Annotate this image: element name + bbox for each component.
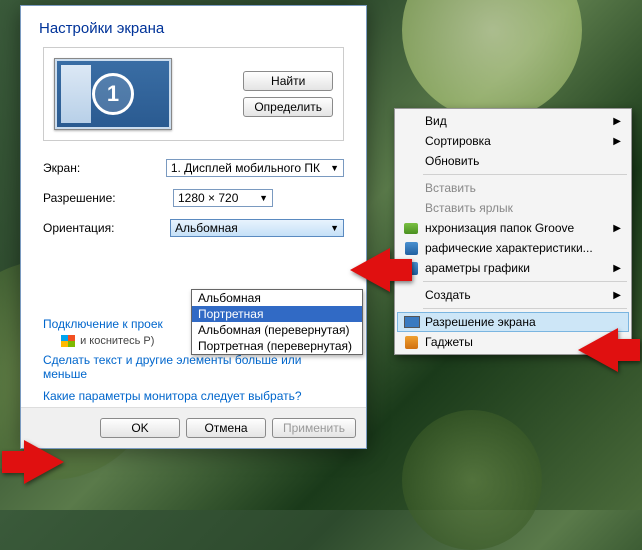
ctx-paste-shortcut: Вставить ярлык (397, 198, 629, 218)
chevron-down-icon: ▼ (259, 193, 268, 203)
ctx-groove-sync[interactable]: нхронизация папок Groove ▶ (397, 218, 629, 238)
cancel-button[interactable]: Отмена (186, 418, 266, 438)
ctx-separator (423, 281, 627, 282)
dialog-title: Настройки экрана (21, 6, 366, 47)
submenu-arrow-icon: ▶ (613, 136, 621, 147)
annotation-arrow (578, 328, 618, 372)
resolution-combo-value: 1280 × 720 (178, 191, 238, 205)
chevron-down-icon: ▼ (330, 223, 339, 233)
monitor-icon (404, 316, 420, 328)
resolution-label: Разрешение: (43, 191, 173, 205)
ctx-separator (423, 308, 627, 309)
annotation-arrow (24, 440, 64, 484)
monitor-preview-frame: 1 Найти Определить (43, 47, 344, 141)
which-settings-link[interactable]: Какие параметры монитора следует выбрать… (21, 385, 366, 407)
ctx-view[interactable]: Вид ▶ (397, 111, 629, 131)
ok-button[interactable]: OK (100, 418, 180, 438)
ctx-gfx-props[interactable]: рафические характеристики... (397, 238, 629, 258)
apply-button[interactable]: Применить (272, 418, 356, 438)
resolution-combo[interactable]: 1280 × 720 ▼ (173, 189, 273, 207)
submenu-arrow-icon: ▶ (613, 263, 621, 274)
submenu-arrow-icon: ▶ (613, 223, 621, 234)
orientation-combo[interactable]: Альбомная ▼ (170, 219, 344, 237)
monitor-thumbnail[interactable]: 1 (54, 58, 172, 130)
orientation-option[interactable]: Портретная (перевернутая) (192, 338, 362, 354)
screen-combo[interactable]: 1. Дисплей мобильного ПК ▼ (166, 159, 344, 177)
ctx-separator (423, 174, 627, 175)
folder-sync-icon (404, 223, 418, 234)
orientation-option-selected[interactable]: Портретная (192, 306, 362, 322)
screen-label: Экран: (43, 161, 166, 175)
desktop-context-menu: Вид ▶ Сортировка ▶ Обновить Вставить Вст… (394, 108, 632, 355)
dialog-button-bar: OK Отмена Применить (21, 407, 366, 448)
orientation-dropdown[interactable]: Альбомная Портретная Альбомная (переверн… (191, 289, 363, 355)
gadgets-icon (405, 336, 418, 349)
ctx-sort[interactable]: Сортировка ▶ (397, 131, 629, 151)
windows-flag-icon (61, 335, 75, 347)
chevron-down-icon: ▼ (330, 163, 339, 173)
graphics-icon (405, 242, 418, 255)
orientation-option[interactable]: Альбомная (перевернутая) (192, 322, 362, 338)
screen-combo-value: 1. Дисплей мобильного ПК (171, 161, 320, 175)
orientation-combo-value: Альбомная (175, 221, 238, 235)
submenu-arrow-icon: ▶ (613, 290, 621, 301)
identify-button[interactable]: Определить (243, 97, 333, 117)
submenu-arrow-icon: ▶ (613, 116, 621, 127)
annotation-arrow (350, 248, 390, 292)
ctx-create[interactable]: Создать ▶ (397, 285, 629, 305)
detect-button[interactable]: Найти (243, 71, 333, 91)
monitor-number: 1 (92, 73, 134, 115)
ctx-paste: Вставить (397, 178, 629, 198)
screen-settings-dialog: Настройки экрана 1 Найти Определить Экра… (20, 5, 367, 449)
orientation-option[interactable]: Альбомная (192, 290, 362, 306)
orientation-label: Ориентация: (43, 221, 170, 235)
ctx-refresh[interactable]: Обновить (397, 151, 629, 171)
ctx-gfx-params[interactable]: араметры графики ▶ (397, 258, 629, 278)
